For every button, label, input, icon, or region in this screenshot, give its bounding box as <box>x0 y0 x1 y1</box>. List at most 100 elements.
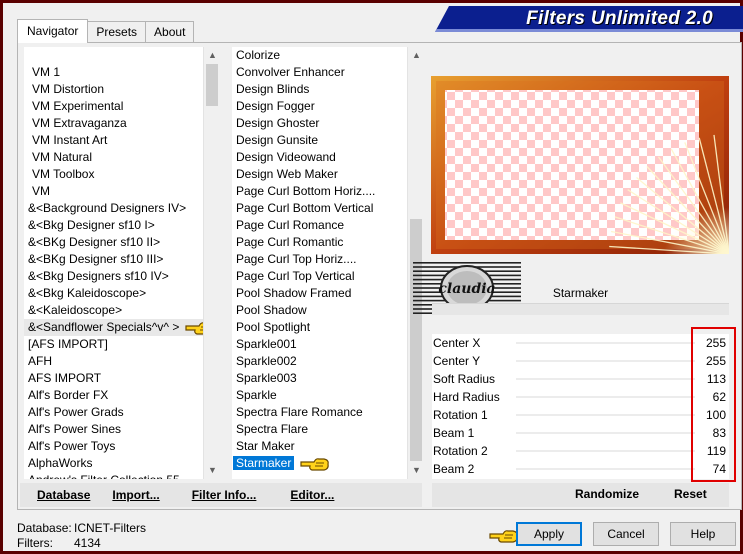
parameter-slider[interactable] <box>516 360 695 362</box>
filter-item[interactable]: Page Curl Top Vertical <box>232 268 407 285</box>
parameter-slider[interactable] <box>516 468 695 470</box>
filter-item[interactable]: Page Curl Top Horiz.... <box>232 251 407 268</box>
category-item[interactable]: &<Bkg Designer sf10 I> <box>24 217 203 234</box>
category-item[interactable]: [AFS IMPORT] <box>24 336 203 353</box>
scroll-up-arrow-icon[interactable]: ▲ <box>204 47 220 64</box>
category-item[interactable]: &<Bkg Designers sf10 IV> <box>24 268 203 285</box>
filter-item[interactable]: Page Curl Bottom Horiz.... <box>232 183 407 200</box>
filter-item[interactable]: Design Videowand <box>232 149 407 166</box>
filter-item[interactable]: Pool Shadow <box>232 302 407 319</box>
filter-label: Sparkle002 <box>236 354 297 368</box>
scroll-up-arrow-icon[interactable]: ▲ <box>408 47 424 64</box>
filter-item[interactable]: Design Web Maker <box>232 166 407 183</box>
parameter-slider[interactable] <box>516 396 695 398</box>
category-label: Alf's Border FX <box>28 388 109 402</box>
filter-item[interactable]: Page Curl Bottom Vertical <box>232 200 407 217</box>
category-item[interactable]: AFS IMPORT <box>24 370 203 387</box>
randomize-button[interactable]: Randomize <box>575 487 639 501</box>
filter-item[interactable]: Sparkle <box>232 387 407 404</box>
parameter-slider[interactable] <box>516 432 695 434</box>
filter-item[interactable]: Sparkle003 <box>232 370 407 387</box>
filter-list[interactable]: Colorize Convolver Enhancer Design Blinds D… <box>232 47 424 479</box>
parameter-values-highlight <box>691 327 736 482</box>
parameter-slider[interactable] <box>516 450 695 452</box>
category-item[interactable]: AFH <box>24 353 203 370</box>
filter-item[interactable]: Design Fogger <box>232 98 407 115</box>
filter-item[interactable]: Convolver Enhancer <box>232 64 407 81</box>
category-item[interactable]: Andrew's Filter Collection 55 <box>24 472 203 479</box>
filter-preview-image <box>431 76 729 254</box>
category-item[interactable]: VM 1 <box>24 64 203 81</box>
parameter-row: Beam 1 83 <box>432 424 729 442</box>
reset-button[interactable]: Reset <box>674 487 707 501</box>
scroll-thumb[interactable] <box>206 64 218 106</box>
filter-item[interactable]: Design Ghoster <box>232 115 407 132</box>
category-item[interactable]: VM <box>24 183 203 200</box>
category-item[interactable]: VM Experimental <box>24 98 203 115</box>
scroll-down-arrow-icon[interactable]: ▼ <box>408 462 424 479</box>
filter-info-button[interactable]: Filter Info... <box>192 488 257 502</box>
filter-item[interactable]: Spectra Flare <box>232 421 407 438</box>
parameter-row: Rotation 2 119 <box>432 442 729 460</box>
category-item[interactable]: &<BKg Designer sf10 II> <box>24 234 203 251</box>
category-item[interactable]: VM Toolbox <box>24 166 203 183</box>
filter-item[interactable]: Pool Shadow Framed <box>232 285 407 302</box>
category-item[interactable]: &<Sandflower Specials^v^ > <box>24 319 215 336</box>
help-button[interactable]: Help <box>670 522 736 546</box>
scroll-down-arrow-icon[interactable]: ▼ <box>204 462 220 479</box>
filter-item[interactable]: Sparkle002 <box>232 353 407 370</box>
parameter-slider[interactable] <box>516 342 695 344</box>
category-label: VM Natural <box>32 150 93 164</box>
parameter-slider[interactable] <box>516 414 695 416</box>
parameter-slider[interactable] <box>516 378 695 380</box>
filter-label: Design Videowand <box>236 150 336 164</box>
cancel-button[interactable]: Cancel <box>593 522 659 546</box>
scroll-thumb[interactable] <box>410 219 422 461</box>
tab-presets[interactable]: Presets <box>87 21 147 43</box>
category-scrollbar[interactable]: ▲ ▼ <box>203 47 220 479</box>
category-item[interactable]: &<Kaleidoscope> <box>24 302 203 319</box>
filter-label: Page Curl Romance <box>236 218 345 232</box>
filter-item[interactable]: Star Maker <box>232 438 407 455</box>
filters-label: Filters: <box>17 536 53 550</box>
apply-button[interactable]: Apply <box>516 522 582 546</box>
category-item[interactable]: Alf's Power Sines <box>24 421 203 438</box>
category-label: Alf's Power Grads <box>28 405 124 419</box>
database-info: Database: ICNET-Filters Filters: 4134 <box>17 521 146 551</box>
category-item[interactable]: Alf's Border FX <box>24 387 203 404</box>
category-item[interactable]: &<Bkg Kaleidoscope> <box>24 285 203 302</box>
filter-label: Starmaker <box>233 456 295 470</box>
category-item[interactable]: AlphaWorks <box>24 455 203 472</box>
filter-item[interactable]: Colorize <box>232 47 407 64</box>
parameter-name: Center Y <box>433 354 481 368</box>
filter-item[interactable]: Page Curl Romantic <box>232 234 407 251</box>
tab-navigator[interactable]: Navigator <box>17 19 89 43</box>
filter-label: Pool Shadow <box>236 303 307 317</box>
pointing-hand-icon <box>489 530 518 543</box>
filter-item[interactable]: Design Gunsite <box>232 132 407 149</box>
filter-label: Pool Shadow Framed <box>236 286 352 300</box>
category-item[interactable]: VM Instant Art <box>24 132 203 149</box>
filter-label: Page Curl Romantic <box>236 235 344 249</box>
category-item[interactable]: &<Background Designers IV> <box>24 200 203 217</box>
editor-button[interactable]: Editor... <box>290 488 334 502</box>
category-label: AFH <box>28 354 52 368</box>
filter-item[interactable]: Design Blinds <box>232 81 407 98</box>
filter-label: Sparkle <box>236 388 277 402</box>
category-item[interactable]: VM Extravaganza <box>24 115 203 132</box>
category-item[interactable]: &<BKg Designer sf10 III> <box>24 251 203 268</box>
category-item[interactable]: VM Distortion <box>24 81 203 98</box>
tab-about[interactable]: About <box>145 21 195 43</box>
import-button[interactable]: Import... <box>112 488 159 502</box>
category-list[interactable]: VM 1 VM Distortion VM Experimental VM Extra… <box>24 47 220 479</box>
category-item[interactable]: Alf's Power Toys <box>24 438 203 455</box>
category-item[interactable]: VM Natural <box>24 149 203 166</box>
filter-item[interactable]: Sparkle001 <box>232 336 407 353</box>
database-button[interactable]: Database <box>37 488 90 502</box>
filter-item[interactable]: Spectra Flare Romance <box>232 404 407 421</box>
filter-item[interactable]: Page Curl Romance <box>232 217 407 234</box>
filter-item[interactable]: Starmaker <box>232 455 407 472</box>
category-label: VM Experimental <box>32 99 124 113</box>
category-item[interactable]: Alf's Power Grads <box>24 404 203 421</box>
filter-item[interactable]: Pool Spotlight <box>232 319 407 336</box>
